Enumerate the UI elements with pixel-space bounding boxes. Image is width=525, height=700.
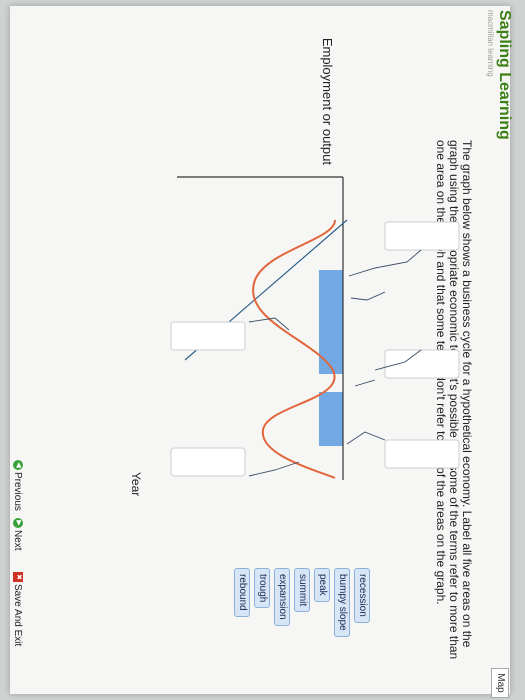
previous-icon: ◀ bbox=[12, 460, 23, 470]
previous-label: Previous bbox=[12, 472, 23, 511]
connector-line-2 bbox=[350, 291, 386, 301]
drop-target-1 bbox=[384, 221, 460, 251]
previous-button[interactable]: ◀ Previous bbox=[9, 460, 25, 511]
rotated-page: Sapling Learning macmillan learning Map … bbox=[0, 0, 525, 700]
photo-scene: Sapling Learning macmillan learning Map … bbox=[0, 0, 525, 700]
recession-band-2 bbox=[319, 392, 343, 446]
connector-line-6 bbox=[346, 431, 386, 445]
connector-line-7 bbox=[248, 461, 300, 477]
save-icon: ✖ bbox=[12, 572, 23, 582]
term-bumpy-slope[interactable]: bumpy slope bbox=[334, 568, 350, 637]
term-trough[interactable]: trough bbox=[254, 568, 270, 609]
term-summit[interactable]: summit bbox=[294, 568, 310, 613]
term-expansion[interactable]: expansion bbox=[274, 568, 290, 626]
drop-target-4 bbox=[384, 439, 460, 469]
term-recession[interactable]: recession bbox=[354, 568, 370, 623]
next-icon: ▶ bbox=[12, 518, 23, 528]
connector-line-5 bbox=[354, 379, 376, 387]
term-rebound[interactable]: rebound bbox=[234, 568, 250, 617]
term-peak[interactable]: peak bbox=[314, 568, 330, 602]
drop-target-2 bbox=[170, 321, 246, 351]
next-label: Next bbox=[12, 530, 23, 551]
save-exit-button[interactable]: ✖ Save And Exit bbox=[9, 572, 25, 646]
connector-line-1 bbox=[348, 249, 422, 277]
save-exit-label: Save And Exit bbox=[12, 584, 23, 647]
footer-nav: ◀ Previous ▶ Next ✖ Save And Exit bbox=[7, 460, 25, 690]
drop-target-5 bbox=[170, 447, 246, 477]
next-button[interactable]: ▶ Next bbox=[9, 518, 25, 551]
